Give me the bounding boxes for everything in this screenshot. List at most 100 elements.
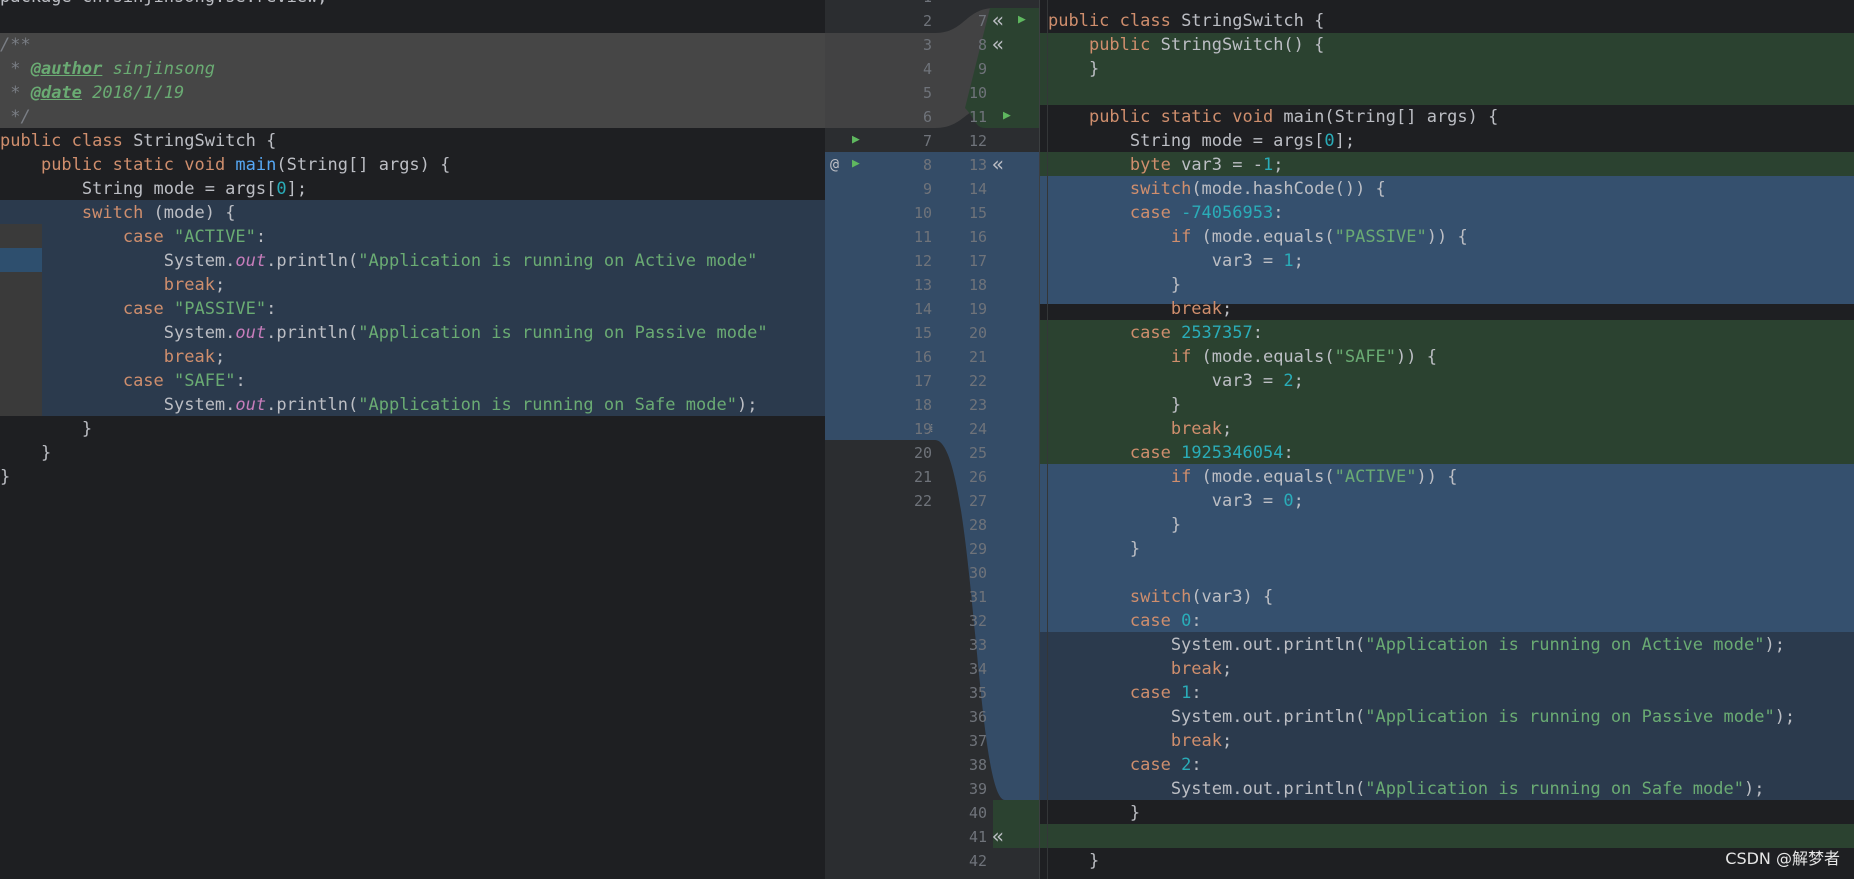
- accept-change-icon[interactable]: «: [992, 824, 1004, 848]
- accept-change-icon[interactable]: «: [992, 8, 1004, 32]
- left-code-line[interactable]: String mode = args[0];: [0, 177, 307, 201]
- right-code-line[interactable]: break;: [1048, 297, 1232, 321]
- code-token: 0: [1283, 491, 1294, 511]
- code-token: ;: [1222, 299, 1233, 319]
- code-token: if: [1170, 467, 1202, 487]
- code-token: var3 =: [1048, 251, 1284, 271]
- code-token: 0: [1181, 611, 1192, 631]
- code-token: :: [1273, 203, 1284, 223]
- right-code-line[interactable]: break;: [1048, 729, 1232, 753]
- code-token: case: [1129, 755, 1182, 775]
- left-code-line[interactable]: /**: [0, 33, 31, 57]
- right-code-line[interactable]: case -74056953:: [1048, 201, 1284, 225]
- right-code-line[interactable]: case 1:: [1048, 681, 1202, 705]
- right-code-line[interactable]: }: [1048, 801, 1140, 825]
- right-code-line[interactable]: }: [1048, 57, 1099, 81]
- right-code-line[interactable]: System.out.println("Application is runni…: [1048, 777, 1765, 801]
- accept-change-icon[interactable]: «: [992, 32, 1004, 56]
- line-number: 7: [922, 132, 932, 150]
- run-gutter-icon[interactable]: ▶: [852, 128, 860, 152]
- code-token: break: [163, 275, 215, 295]
- right-code-line[interactable]: if (mode.equals("ACTIVE")) {: [1048, 465, 1458, 489]
- left-code-line[interactable]: package cn.sinjinsong.se.review;: [0, 0, 328, 9]
- code-token: String mode = args[: [0, 179, 277, 199]
- right-code-line[interactable]: }: [1048, 513, 1181, 537]
- left-code-line[interactable]: }: [0, 441, 51, 465]
- left-code-line[interactable]: public static void main(String[] args) {: [0, 153, 450, 177]
- right-code-line[interactable]: break;: [1048, 417, 1232, 441]
- right-code-line[interactable]: switch(mode.hashCode()) {: [1048, 177, 1386, 201]
- code-token: case: [1129, 443, 1182, 463]
- run-gutter-icon[interactable]: ▶: [852, 152, 860, 176]
- right-code-line[interactable]: public StringSwitch() {: [1048, 33, 1324, 57]
- right-code-line[interactable]: case 2537357:: [1048, 321, 1263, 345]
- right-code-line[interactable]: var3 = 2;: [1048, 369, 1304, 393]
- right-code-line[interactable]: case 0:: [1048, 609, 1202, 633]
- right-code-line[interactable]: if (mode.equals("SAFE")) {: [1048, 345, 1437, 369]
- left-code-line[interactable]: * @author sinjinsong: [0, 57, 215, 81]
- left-code-line[interactable]: */: [0, 105, 30, 129]
- left-code-line[interactable]: break;: [0, 345, 225, 369]
- left-code-line[interactable]: }: [0, 465, 10, 489]
- right-code-line[interactable]: public class StringSwitch {: [1048, 9, 1324, 33]
- left-code-line[interactable]: break;: [0, 273, 225, 297]
- run-gutter-icon[interactable]: ▶: [1003, 104, 1011, 128]
- code-token: )) {: [1416, 467, 1458, 487]
- code-token: (mode) {: [143, 203, 236, 223]
- left-code-line[interactable]: public class StringSwitch {: [0, 129, 276, 153]
- right-code-line[interactable]: }: [1048, 393, 1181, 417]
- code-token: ;: [1293, 491, 1304, 511]
- right-code-line[interactable]: System.out.println("Application is runni…: [1048, 705, 1795, 729]
- right-editor-pane[interactable]: public class StringSwitch { public Strin…: [1040, 0, 1854, 879]
- code-token: @date: [30, 83, 82, 103]
- right-code-line[interactable]: switch(var3) {: [1048, 585, 1273, 609]
- code-token: 1: [1181, 683, 1192, 703]
- right-code-line[interactable]: var3 = 1;: [1048, 249, 1304, 273]
- line-number: 33: [968, 636, 987, 654]
- right-code-line[interactable]: String mode = args[0];: [1048, 129, 1355, 153]
- left-code-line[interactable]: System.out.println("Application is runni…: [0, 321, 768, 345]
- right-code-line[interactable]: if (mode.equals("PASSIVE")) {: [1048, 225, 1468, 249]
- accept-change-icon[interactable]: «: [992, 152, 1004, 176]
- right-code-line[interactable]: }: [1048, 849, 1099, 873]
- line-number: 8: [922, 156, 932, 174]
- code-token: "Application is running on Safe mode": [358, 395, 737, 415]
- left-code-line[interactable]: case "PASSIVE":: [0, 297, 277, 321]
- code-token: ];: [1334, 131, 1356, 151]
- left-code-line[interactable]: switch (mode) {: [0, 201, 236, 225]
- right-code-line[interactable]: byte var3 = -1;: [1048, 153, 1284, 177]
- right-code-line[interactable]: case 2:: [1048, 753, 1202, 777]
- left-editor-pane[interactable]: package cn.sinjinsong.se.review; /** * @a…: [0, 0, 825, 879]
- left-code-line[interactable]: case "SAFE":: [0, 369, 246, 393]
- right-code-line[interactable]: }: [1048, 273, 1181, 297]
- right-code-line[interactable]: case 1925346054:: [1048, 441, 1294, 465]
- right-code-line[interactable]: break;: [1048, 657, 1232, 681]
- left-code-line[interactable]: System.out.println("Application is runni…: [0, 393, 758, 417]
- right-code-line[interactable]: public static void main(String[] args) {: [1048, 105, 1498, 129]
- code-token: );: [736, 395, 758, 415]
- scroll-handle-icon[interactable]: ⁞: [930, 416, 933, 440]
- left-code-line[interactable]: case "ACTIVE":: [0, 225, 266, 249]
- override-at-icon[interactable]: @: [830, 152, 839, 176]
- left-code-line[interactable]: System.out.println("Application is runni…: [0, 249, 758, 273]
- run-gutter-icon[interactable]: ▶: [1018, 8, 1026, 32]
- left-code-line[interactable]: }: [0, 417, 92, 441]
- line-number: 38: [968, 756, 987, 774]
- right-code-line[interactable]: System.out.println("Application is runni…: [1048, 633, 1785, 657]
- line-number: 20: [968, 324, 987, 342]
- code-token: }: [0, 419, 93, 439]
- line-number: 12: [913, 252, 932, 270]
- code-token: 0: [276, 179, 287, 199]
- code-token: .println(: [266, 251, 359, 271]
- right-code-line[interactable]: var3 = 0;: [1048, 489, 1304, 513]
- line-number: 11: [913, 228, 932, 246]
- left-code-line[interactable]: * @date 2018/1/19: [0, 81, 184, 105]
- code-token: .println(: [266, 323, 359, 343]
- line-number: 16: [913, 348, 932, 366]
- right-code-line[interactable]: }: [1048, 537, 1140, 561]
- code-token: );: [1774, 707, 1796, 727]
